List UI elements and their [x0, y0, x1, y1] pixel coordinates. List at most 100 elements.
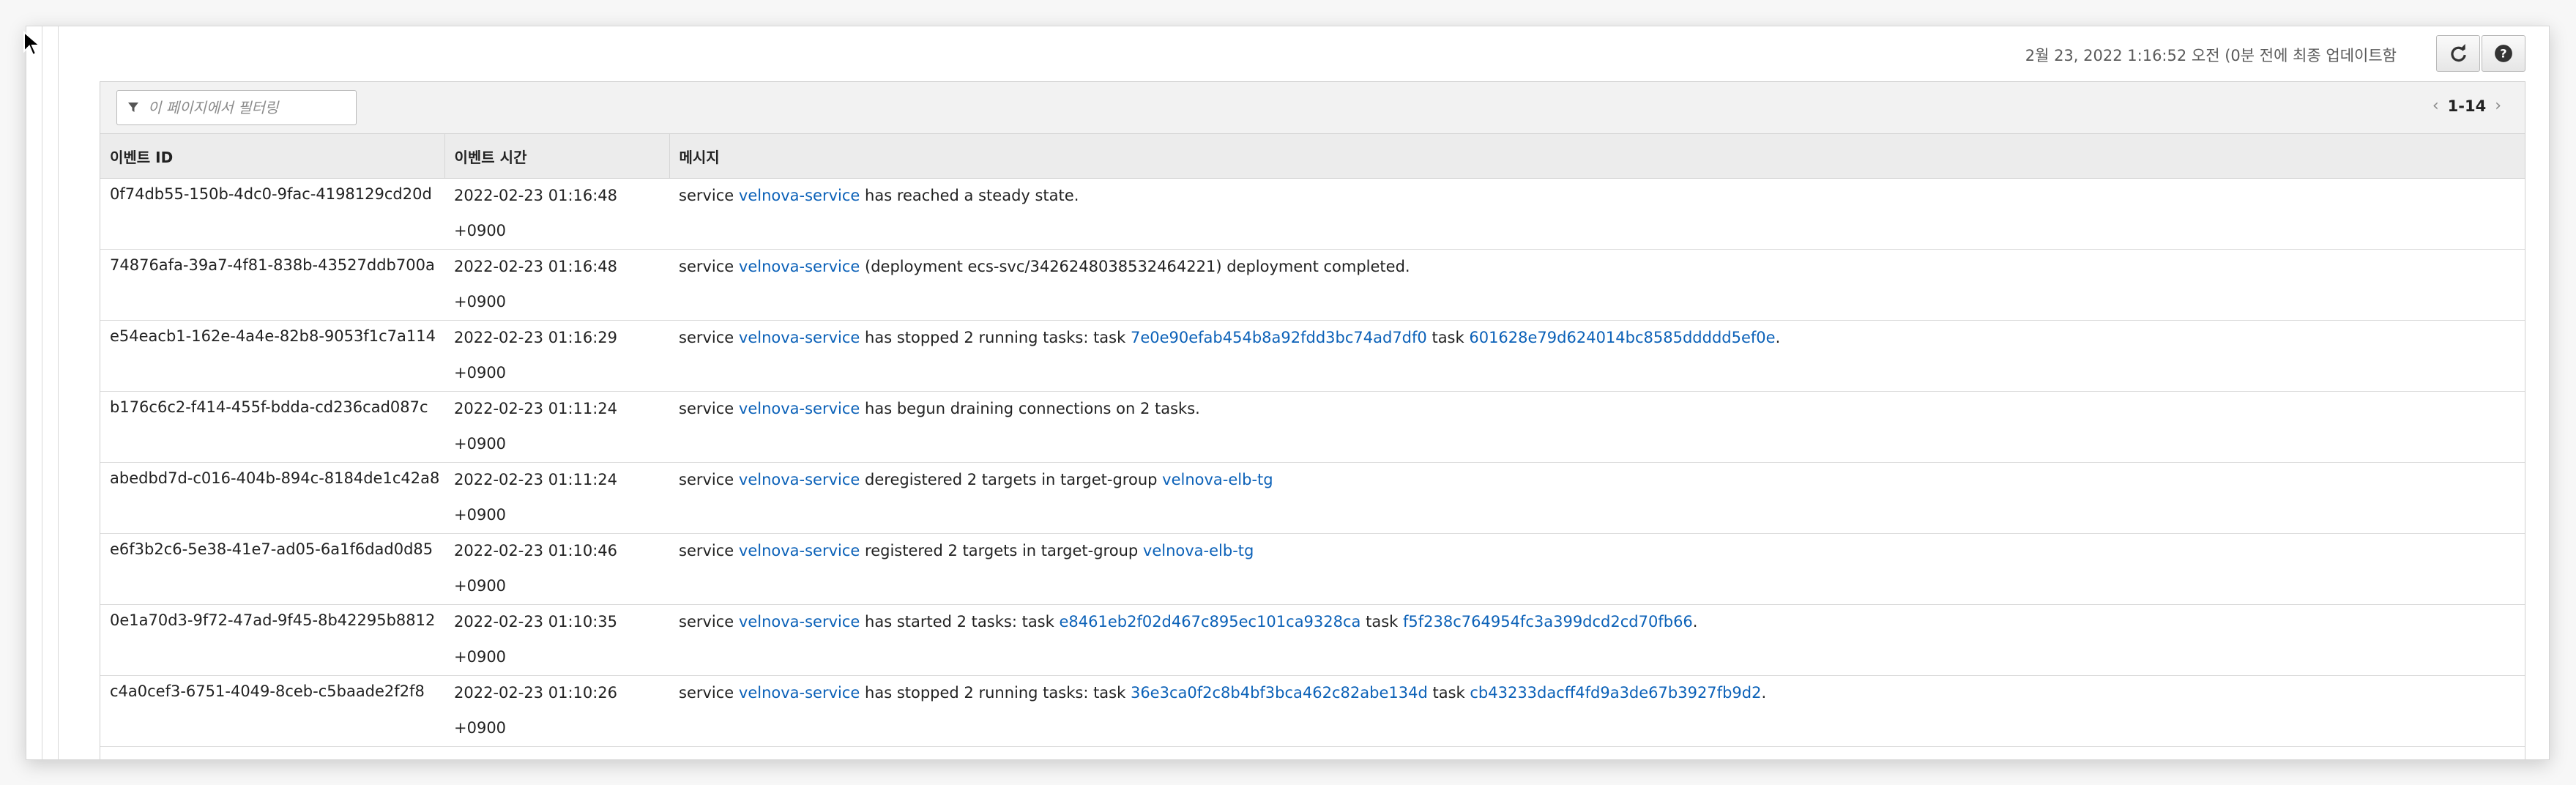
message-text: has started 2 tasks: task — [860, 613, 1060, 630]
table-header-row: 이벤트 ID 이벤트 시간 메시지 — [100, 134, 2525, 179]
message-cell: service velnova-service has started 2 ta… — [669, 604, 2525, 676]
filter-icon — [128, 103, 138, 112]
event-id-cell: e6f3b2c6-5e38-41e7-ad05-6a1f6dad0d85 — [100, 533, 444, 605]
table-row[interactable]: c4a0cef3-6751-4049-8ceb-c5baade2f2f8 2022… — [100, 675, 2525, 747]
column-header-event-time[interactable]: 이벤트 시간 — [444, 134, 670, 179]
table-row[interactable]: e54eacb1-162e-4a4e-82b8-9053f1c7a114 2022… — [100, 320, 2525, 392]
message-text: . — [1692, 613, 1698, 630]
divider-line — [58, 26, 59, 759]
message-cell: service velnova-service deregistered 2 t… — [669, 462, 2525, 534]
message-link[interactable]: cb43233dacff4fd9a3de67b3927fb9d2 — [1470, 684, 1761, 702]
event-id-cell: 74876afa-39a7-4f81-838b-43527ddb700a — [100, 249, 444, 321]
message-cell: service velnova-service has stopped 2 ru… — [669, 320, 2525, 392]
message-link[interactable]: 36e3ca0f2c8b4bf3bca462c82abe134d — [1131, 684, 1428, 702]
event-timezone: +0900 — [454, 506, 507, 524]
message-text: task — [1360, 613, 1403, 630]
message-link[interactable]: velnova-elb-tg — [1143, 542, 1254, 559]
message-text: service — [679, 329, 739, 346]
message-link[interactable]: velnova-service — [739, 613, 860, 630]
message-text: . — [1775, 329, 1781, 346]
table-row[interactable]: 0f74db55-150b-4dc0-9fac-4198129cd20d 2022… — [100, 178, 2525, 250]
table-row[interactable]: 0e1a70d3-9f72-47ad-9f45-8b42295b8812 2022… — [100, 604, 2525, 676]
help-icon: ? — [2495, 45, 2512, 62]
table-row[interactable]: 74876afa-39a7-4f81-838b-43527ddb700a 2022… — [100, 249, 2525, 321]
message-text: task — [1426, 329, 1470, 346]
message-link[interactable]: e8461eb2f02d467c895ec101ca9328ca — [1059, 613, 1360, 630]
event-date: 2022-02-23 01:11:24 — [454, 400, 618, 417]
events-table: 이벤트 ID 이벤트 시간 메시지 0f74db55-150b-4dc0-9fa… — [100, 134, 2525, 747]
mouse-cursor-icon — [23, 31, 42, 56]
event-timezone: +0900 — [454, 364, 507, 382]
event-id-cell: b176c6c2-f414-455f-bdda-cd236cad087c — [100, 391, 444, 463]
event-id-cell: 0f74db55-150b-4dc0-9fac-4198129cd20d — [100, 178, 444, 250]
event-timezone: +0900 — [454, 293, 507, 310]
message-link[interactable]: velnova-service — [739, 471, 860, 488]
message-link[interactable]: 601628e79d624014bc8585ddddd5ef0e — [1469, 329, 1775, 346]
message-link[interactable]: velnova-service — [739, 684, 860, 702]
message-link[interactable]: velnova-elb-tg — [1162, 471, 1273, 488]
message-link[interactable]: 7e0e90efab454b8a92fdd3bc74ad7df0 — [1131, 329, 1427, 346]
message-text: service — [679, 542, 739, 559]
events-header: 2월 23, 2022 1:16:52 오전 (0분 전에 최종 업데이트함 ? — [100, 26, 2549, 81]
table-row[interactable]: abedbd7d-c016-404b-894c-8184de1c42a8 2022… — [100, 462, 2525, 534]
table-toolbar: ‹ 1-14 › — [100, 82, 2525, 134]
message-text: deregistered 2 targets in target-group — [860, 471, 1163, 488]
message-text: service — [679, 471, 739, 488]
message-link[interactable]: velnova-service — [739, 400, 860, 417]
message-link[interactable]: velnova-service — [739, 542, 860, 559]
chevron-right-icon[interactable]: › — [2486, 97, 2510, 115]
event-timezone: +0900 — [454, 719, 507, 737]
last-updated-text: 2월 23, 2022 1:16:52 오전 (0분 전에 최종 업데이트함 — [2025, 47, 2397, 64]
message-link[interactable]: velnova-service — [739, 187, 860, 204]
page-range: 1-14 — [2447, 97, 2487, 115]
message-text: service — [679, 613, 739, 630]
event-timezone: +0900 — [454, 435, 507, 453]
message-text: has begun draining connections on 2 task… — [860, 400, 1200, 417]
event-date: 2022-02-23 01:16:48 — [454, 187, 618, 204]
help-button[interactable]: ? — [2482, 35, 2525, 72]
message-text: service — [679, 258, 739, 275]
table-row[interactable]: e6f3b2c6-5e38-41e7-ad05-6a1f6dad0d85 2022… — [100, 533, 2525, 605]
event-id-cell: e54eacb1-162e-4a4e-82b8-9053f1c7a114 — [100, 320, 444, 392]
message-text: has stopped 2 running tasks: task — [860, 329, 1131, 346]
event-id-cell: abedbd7d-c016-404b-894c-8184de1c42a8 — [100, 462, 444, 534]
column-header-event-id[interactable]: 이벤트 ID — [100, 134, 445, 179]
message-cell: service velnova-service registered 2 tar… — [669, 533, 2525, 605]
event-date: 2022-02-23 01:10:26 — [454, 684, 618, 702]
message-link[interactable]: f5f238c764954fc3a399dcd2cd70fb66 — [1403, 613, 1693, 630]
event-id-cell: 0e1a70d3-9f72-47ad-9f45-8b42295b8812 — [100, 604, 444, 676]
event-time-cell: 2022-02-23 01:10:46 +0900 — [444, 533, 669, 605]
message-text: (deployment ecs-svc/3426248038532464221)… — [860, 258, 1410, 275]
event-time-cell: 2022-02-23 01:10:35 +0900 — [444, 604, 669, 676]
filter-input[interactable] — [146, 98, 347, 117]
event-timezone: +0900 — [454, 577, 507, 595]
message-cell: service velnova-service has stopped 2 ru… — [669, 675, 2525, 747]
message-cell: service velnova-service has reached a st… — [669, 178, 2525, 250]
refresh-button[interactable] — [2436, 35, 2480, 72]
message-text: has reached a steady state. — [860, 187, 1079, 204]
message-text: service — [679, 187, 739, 204]
event-time-cell: 2022-02-23 01:11:24 +0900 — [444, 391, 669, 463]
pagination: ‹ 1-14 › — [2424, 97, 2510, 115]
event-time-cell: 2022-02-23 01:11:24 +0900 — [444, 462, 669, 534]
event-timezone: +0900 — [454, 222, 507, 239]
message-text: . — [1761, 684, 1767, 702]
event-date: 2022-02-23 01:11:24 — [454, 471, 618, 488]
message-link[interactable]: velnova-service — [739, 258, 860, 275]
refresh-icon — [2451, 44, 2466, 62]
event-timezone: +0900 — [454, 648, 507, 666]
event-date: 2022-02-23 01:10:46 — [454, 542, 618, 559]
message-cell: service velnova-service (deployment ecs-… — [669, 249, 2525, 321]
event-id-cell: c4a0cef3-6751-4049-8ceb-c5baade2f2f8 — [100, 675, 444, 747]
message-text: service — [679, 684, 739, 702]
filter-box[interactable] — [116, 90, 357, 125]
event-date: 2022-02-23 01:10:35 — [454, 613, 618, 630]
events-table-panel: ‹ 1-14 › 이벤트 ID 이벤트 시간 메시지 0f74db55-150b… — [100, 81, 2525, 759]
column-header-message[interactable]: 메시지 — [669, 134, 2525, 179]
message-text: task — [1427, 684, 1470, 702]
message-cell: service velnova-service has begun draini… — [669, 391, 2525, 463]
table-row[interactable]: b176c6c2-f414-455f-bdda-cd236cad087c 2022… — [100, 391, 2525, 463]
event-time-cell: 2022-02-23 01:16:48 +0900 — [444, 178, 669, 250]
message-link[interactable]: velnova-service — [739, 329, 860, 346]
chevron-left-icon[interactable]: ‹ — [2424, 97, 2448, 115]
